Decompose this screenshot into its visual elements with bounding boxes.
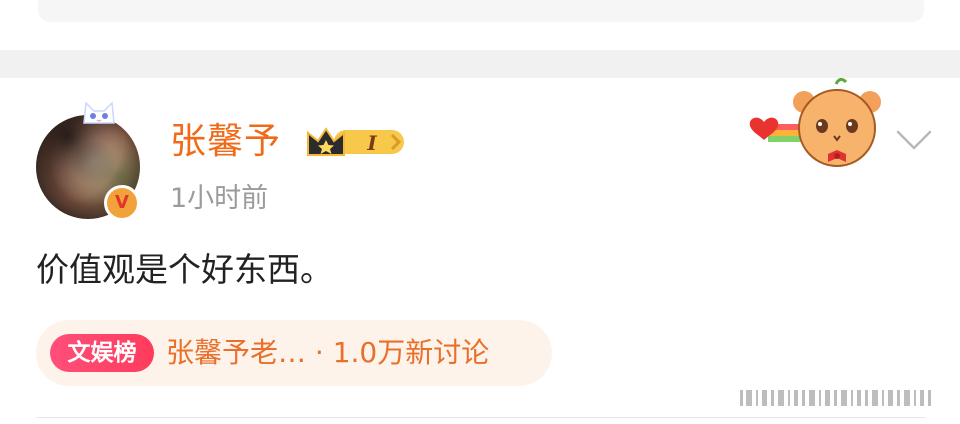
previous-card-area [0,0,960,50]
rank-tag: 文娱榜 [50,334,154,372]
crown-level-icon[interactable]: I [304,123,406,161]
cat-ears-decoration-icon [83,101,115,124]
post-time: 1小时前 [170,183,269,214]
verified-v-icon: V [104,185,140,221]
topic-text: 张馨予老… · 1.0万新讨论 [166,336,490,369]
post-text: 价值观是个好东西。 [36,250,333,289]
bear-heart-decoration-icon [749,78,881,167]
barcode-watermark-icon [736,386,936,410]
trending-topic-link[interactable]: 文娱榜 张馨予老… · 1.0万新讨论 [36,320,552,386]
verified-mark: V [115,192,129,213]
chevron-down-icon[interactable] [894,126,934,154]
author-name[interactable]: 张馨予 [170,120,281,164]
bottom-divider [36,417,926,418]
section-divider [0,50,960,78]
level-text: I [366,131,377,155]
previous-card [38,0,924,22]
